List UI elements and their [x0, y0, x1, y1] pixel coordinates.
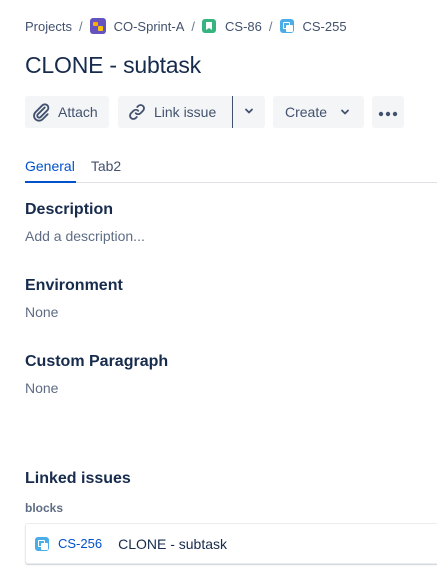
breadcrumb: Projects / CO-Sprint-A / CS-86 / CS-255	[25, 16, 347, 36]
attach-button[interactable]: Attach	[25, 96, 109, 128]
attach-button-label: Attach	[58, 104, 98, 120]
breadcrumb-current-issue[interactable]: CS-255	[279, 18, 347, 34]
link-icon	[127, 102, 147, 122]
linked-issues-heading: Linked issues	[25, 470, 131, 487]
chevron-down-icon	[339, 106, 351, 118]
breadcrumb-projects-label: Projects	[25, 18, 72, 34]
breadcrumb-projects[interactable]: Projects	[25, 19, 72, 34]
tabs-divider	[25, 182, 437, 183]
environment-heading: Environment	[25, 277, 123, 294]
breadcrumb-current-issue-label: CS-255	[302, 18, 347, 34]
linked-issue-summary: CLONE - subtask	[118, 535, 228, 552]
issue-toolbar: Attach Link issue Create	[25, 96, 404, 128]
project-avatar-icon	[89, 18, 106, 34]
tab-general[interactable]: General	[25, 158, 75, 180]
breadcrumb-project[interactable]: CO-Sprint-A	[89, 18, 185, 34]
breadcrumb-separator: /	[78, 18, 83, 34]
issue-tabs: General Tab2	[25, 158, 121, 180]
description-field[interactable]: Add a description...	[25, 228, 145, 244]
link-issue-button-label: Link issue	[154, 104, 217, 120]
custom-paragraph-field[interactable]: None	[25, 380, 58, 396]
environment-field[interactable]: None	[25, 304, 58, 320]
more-horizontal-icon	[378, 104, 398, 120]
description-heading: Description	[25, 201, 114, 218]
breadcrumb-separator: /	[191, 18, 196, 34]
active-tab-indicator	[25, 181, 76, 183]
link-issue-split-button: Link issue	[118, 96, 265, 128]
subtask-icon	[35, 536, 49, 551]
linked-issue-row[interactable]: CS-256 CLONE - subtask	[25, 523, 437, 564]
story-icon	[202, 19, 217, 33]
subtask-icon	[279, 19, 294, 33]
link-type-label: blocks	[25, 501, 64, 515]
create-button-label: Create	[285, 104, 328, 120]
breadcrumb-parent-issue[interactable]: CS-86	[202, 19, 262, 34]
breadcrumb-separator: /	[268, 18, 273, 34]
breadcrumb-project-label: CO-Sprint-A	[113, 18, 185, 34]
link-issue-dropdown-button[interactable]	[233, 96, 265, 128]
linked-issue-key[interactable]: CS-256	[58, 536, 102, 551]
breadcrumb-parent-issue-label: CS-86	[225, 18, 262, 34]
issue-title[interactable]: CLONE - subtask	[25, 52, 201, 79]
more-actions-button[interactable]	[372, 96, 404, 128]
paperclip-icon	[31, 102, 51, 122]
link-issue-button[interactable]: Link issue	[118, 96, 232, 128]
chevron-down-icon	[243, 104, 255, 120]
issue-view: Projects / CO-Sprint-A / CS-86 / CS-255 …	[0, 0, 437, 579]
create-button[interactable]: Create	[273, 96, 364, 128]
custom-paragraph-heading: Custom Paragraph	[25, 353, 169, 370]
tab-tab2[interactable]: Tab2	[91, 158, 121, 180]
